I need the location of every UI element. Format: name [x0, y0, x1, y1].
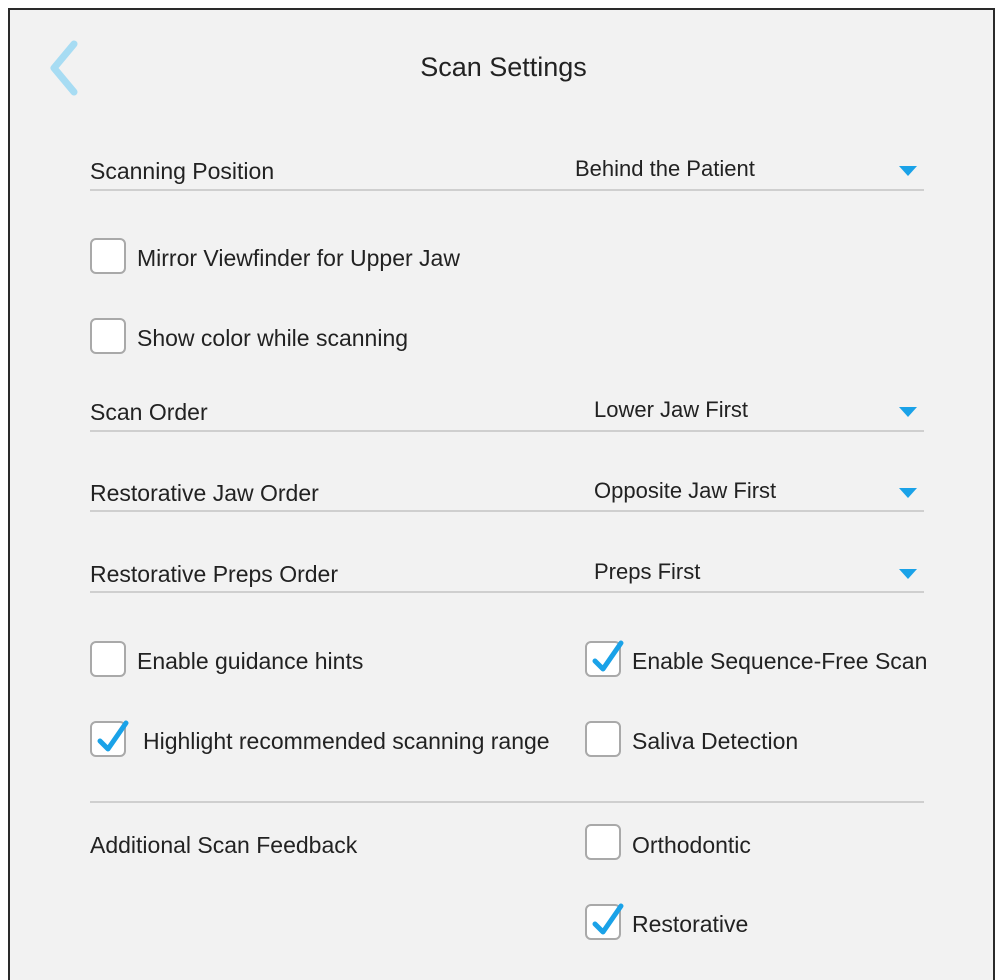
restorative-checkbox[interactable]: [585, 903, 624, 940]
caret-down-icon: [899, 569, 917, 579]
restorative-preps-order-value: Preps First: [594, 559, 701, 584]
scan-order-dropdown[interactable]: Lower Jaw First: [594, 395, 925, 429]
checkmark-icon: [97, 720, 129, 752]
highlight-range-checkbox[interactable]: [90, 720, 129, 757]
guidance-hints-label: Enable guidance hints: [137, 648, 364, 674]
orthodontic-label: Orthodontic: [632, 832, 751, 858]
caret-down-icon: [899, 407, 917, 417]
checkmark-icon: [592, 640, 624, 672]
divider: [90, 801, 924, 803]
scan-settings-panel: Scan Settings Scanning Position Behind t…: [8, 8, 995, 980]
scan-order-value: Lower Jaw First: [594, 397, 749, 422]
restorative-label: Restorative: [632, 911, 749, 937]
saliva-detection-checkbox[interactable]: [585, 721, 621, 757]
scanning-position-dropdown[interactable]: Behind the Patient: [575, 154, 925, 188]
show-color-checkbox[interactable]: [90, 318, 126, 354]
restorative-preps-order-dropdown[interactable]: Preps First: [594, 557, 925, 591]
mirror-viewfinder-checkbox[interactable]: [90, 238, 126, 274]
scanning-position-value: Behind the Patient: [575, 156, 755, 181]
restorative-jaw-order-label: Restorative Jaw Order: [90, 480, 319, 506]
guidance-hints-checkbox[interactable]: [90, 641, 126, 677]
restorative-jaw-order-dropdown[interactable]: Opposite Jaw First: [594, 476, 925, 510]
scanning-position-label: Scanning Position: [90, 158, 275, 184]
caret-down-icon: [899, 488, 917, 498]
divider: [90, 591, 924, 593]
sequence-free-label: Enable Sequence-Free Scan: [632, 648, 928, 674]
mirror-viewfinder-label: Mirror Viewfinder for Upper Jaw: [137, 245, 460, 271]
show-color-label: Show color while scanning: [137, 325, 409, 351]
restorative-jaw-order-value: Opposite Jaw First: [594, 478, 777, 503]
orthodontic-checkbox[interactable]: [585, 824, 621, 860]
additional-feedback-label: Additional Scan Feedback: [90, 832, 358, 858]
saliva-detection-label: Saliva Detection: [632, 728, 799, 754]
divider: [90, 430, 924, 432]
highlight-range-label: Highlight recommended scanning range: [143, 728, 550, 754]
restorative-preps-order-label: Restorative Preps Order: [90, 561, 338, 587]
divider: [90, 189, 924, 191]
page-title: Scan Settings: [420, 52, 587, 82]
sequence-free-checkbox[interactable]: [585, 640, 624, 677]
divider: [90, 510, 924, 512]
scan-order-label: Scan Order: [90, 399, 208, 425]
caret-down-icon: [899, 166, 917, 176]
checkmark-icon: [592, 903, 624, 935]
